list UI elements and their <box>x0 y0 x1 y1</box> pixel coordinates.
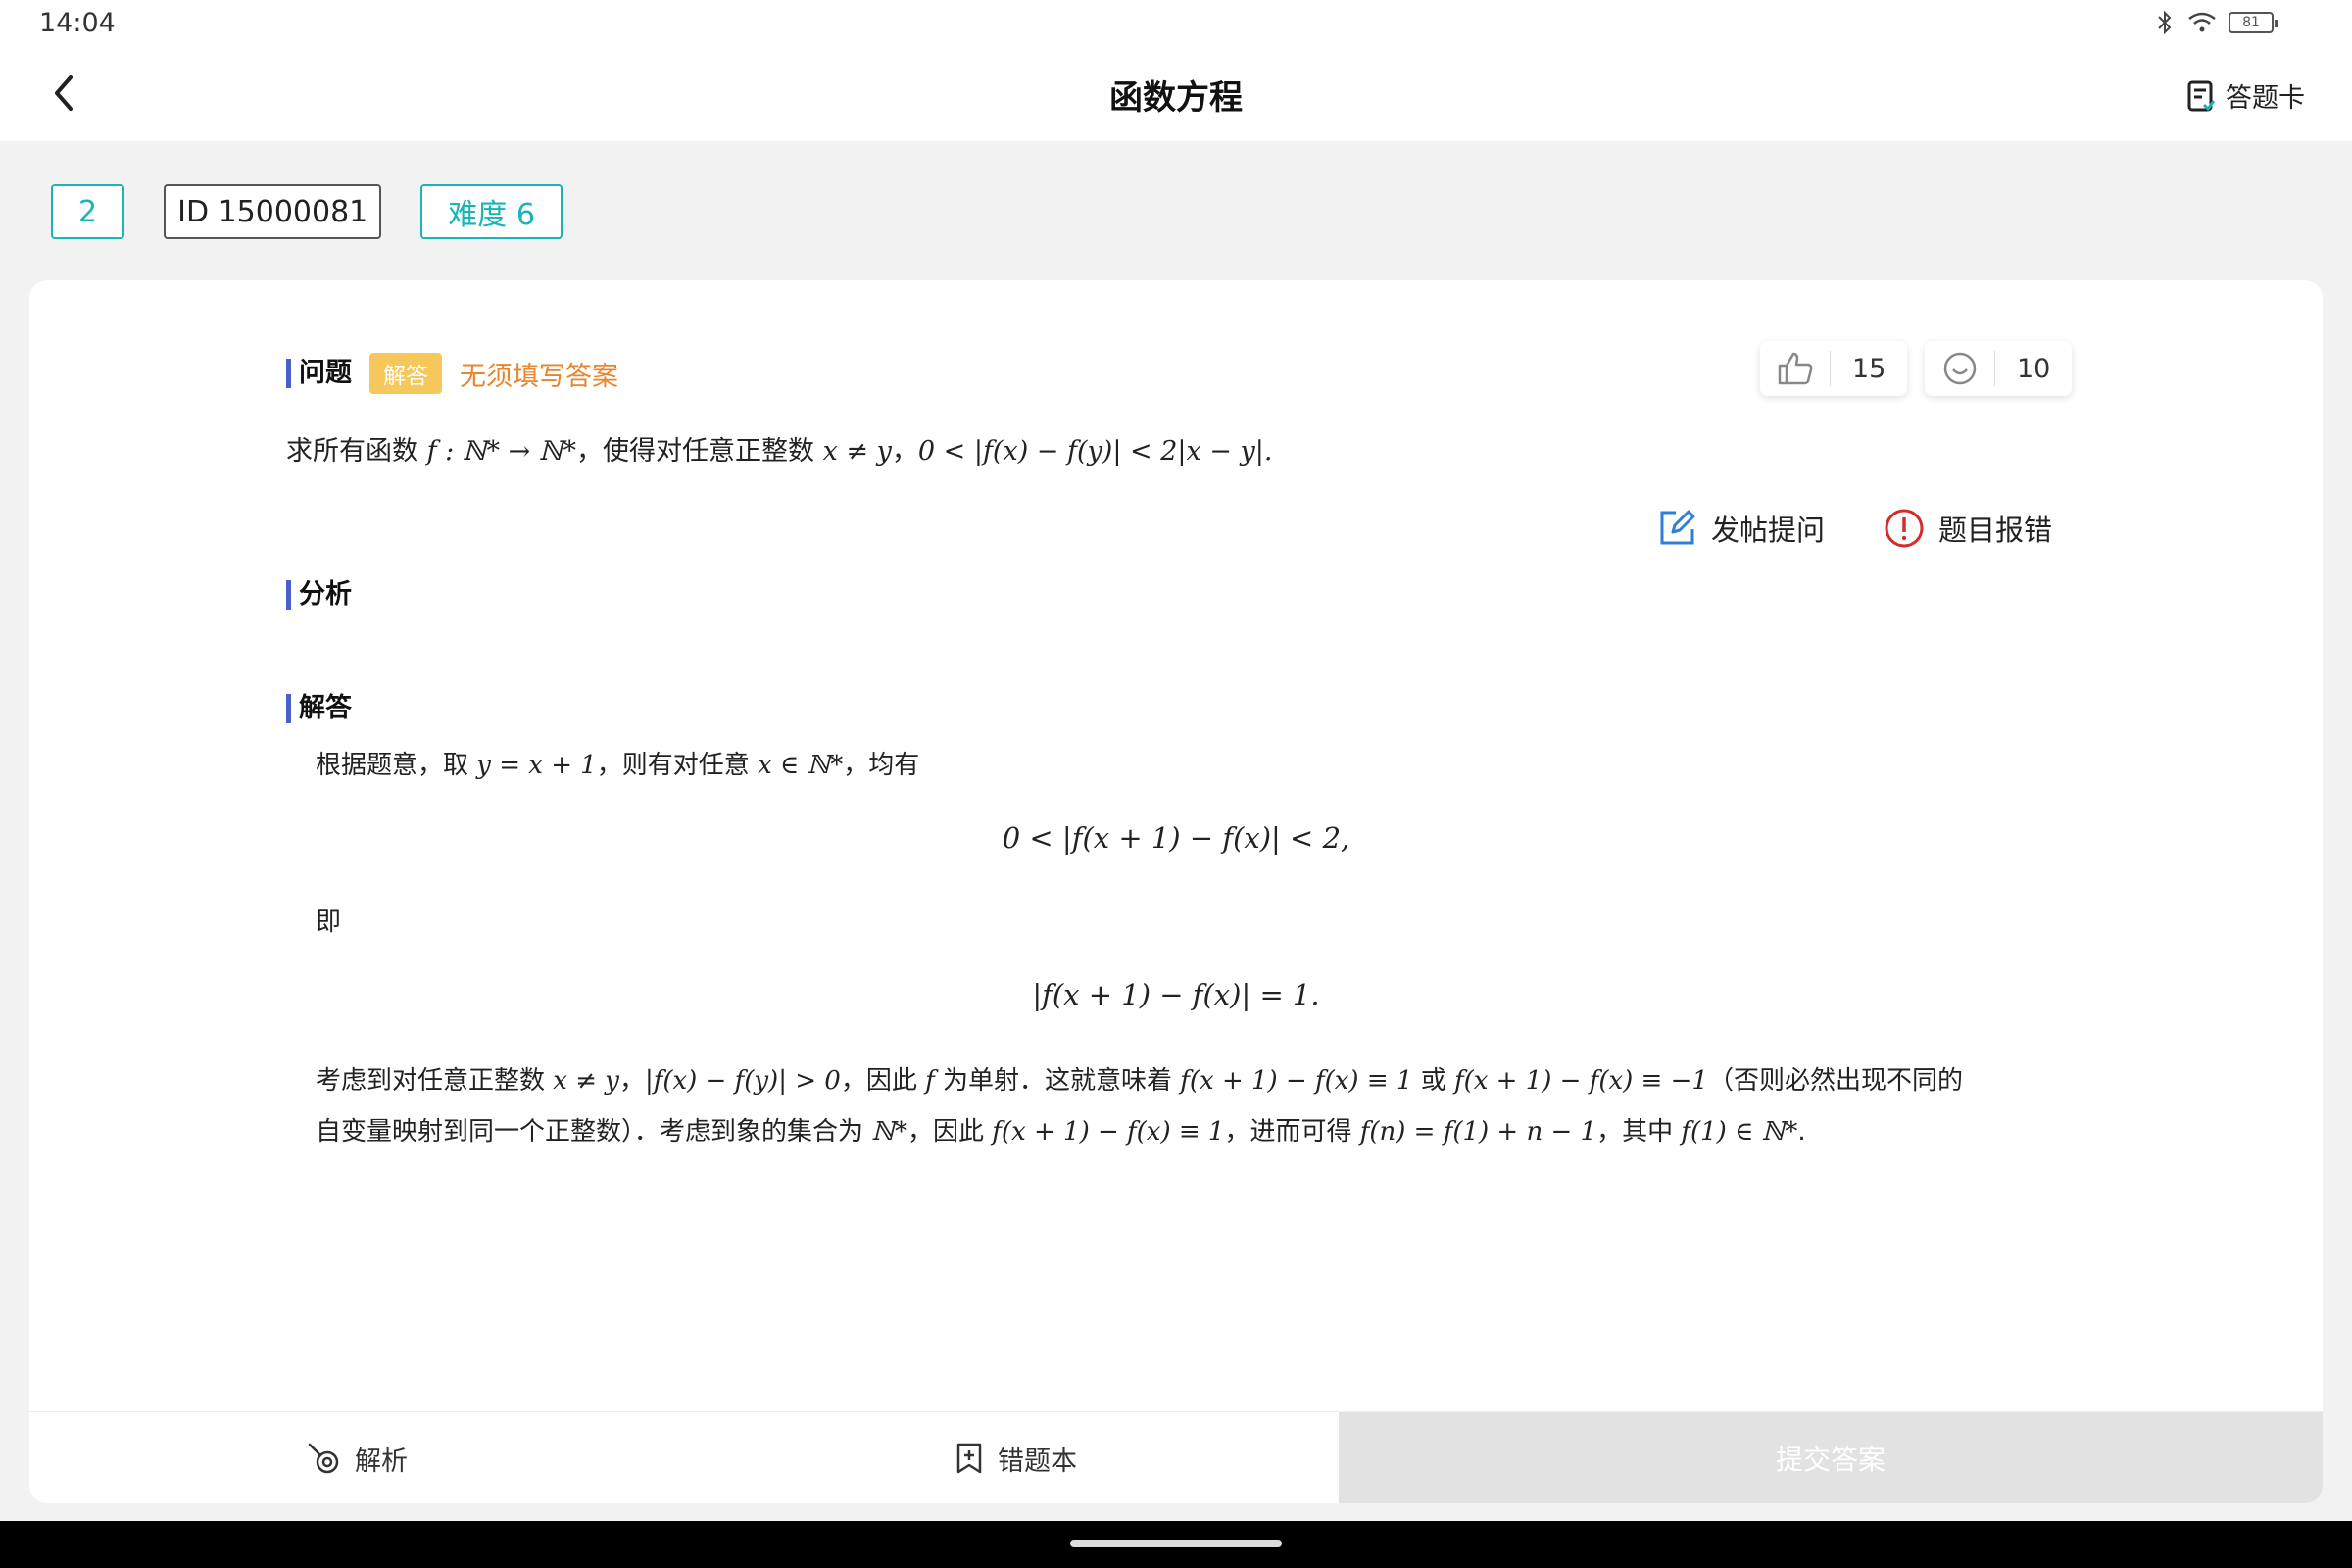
text: （否则必然出现不同的 <box>1707 1066 1963 1096</box>
hint-bulb-icon <box>308 1443 339 1474</box>
like-button[interactable]: 15 <box>1760 341 1908 396</box>
question-text: 求所有函数 f : ℕ* → ℕ*，使得对任意正整数 x ≠ y，0 < |f(… <box>286 429 1272 467</box>
header: 函数方程 答题卡 <box>0 47 2352 141</box>
page-title: 函数方程 <box>1109 78 1243 118</box>
analysis-button[interactable]: 解析 <box>306 1412 408 1503</box>
text: ， <box>618 1066 645 1096</box>
text: ，则有对任意 <box>596 751 759 780</box>
battery-icon: 81 <box>2229 12 2278 33</box>
math: f(1) ∈ ℕ* <box>1681 1117 1798 1147</box>
answer-card-icon <box>2187 80 2216 111</box>
question-math-3: 0 < |f(x) − f(y)| < 2|x − y|. <box>917 436 1273 466</box>
submit-answer-label: 提交答案 <box>1775 1444 1886 1476</box>
math: |f(x) − f(y)| > 0 <box>644 1066 841 1096</box>
text: ，均有 <box>843 751 920 780</box>
solution-paragraph-2: 即 <box>316 907 342 937</box>
text: 考虑到对任意正整数 <box>316 1066 554 1096</box>
reaction-count: 10 <box>2017 353 2051 384</box>
submit-answer-button[interactable]: 提交答案 <box>1339 1412 2323 1503</box>
question-section-title: 问题 <box>286 359 352 388</box>
wifi-icon <box>2188 12 2216 32</box>
answer-card-button[interactable]: 答题卡 <box>2186 76 2305 115</box>
text: . <box>1797 1117 1806 1147</box>
question-text-sep: ， <box>891 436 918 466</box>
text: ，因此 <box>907 1117 993 1147</box>
text: ，其中 <box>1596 1117 1682 1147</box>
solution-paragraph-3: 考虑到对任意正整数 x ≠ y，|f(x) − f(y)| > 0，因此 f 为… <box>316 1060 1963 1097</box>
post-question-label: 发帖提问 <box>1711 514 1826 547</box>
text: 为单射．这就意味着 <box>934 1066 1181 1096</box>
status-bar: 14:04 81 <box>0 0 2352 47</box>
text: 或 <box>1412 1066 1454 1096</box>
question-text-prefix: 求所有函数 <box>286 436 427 466</box>
solution-paragraph-4: 自变量映射到同一个正整数）．考虑到象的集合为 ℕ*，因此 f(x + 1) − … <box>316 1111 1806 1148</box>
edit-icon <box>1660 510 1695 545</box>
question-card: 问题 解答 无须填写答案 15 10 求所有函数 f : ℕ* → ℕ*，使得对… <box>29 280 2323 1503</box>
math: f(x + 1) − f(x) ≡ −1 <box>1453 1066 1708 1096</box>
math: f(x + 1) − f(x) ≡ 1 <box>1180 1066 1413 1096</box>
bottom-action-bar: 解析 错题本 提交答案 <box>29 1411 2323 1503</box>
question-math-2: x ≠ y <box>822 436 892 466</box>
math: y = x + 1 <box>476 751 597 780</box>
question-type-tag: 解答 <box>369 353 442 394</box>
question-id-chip: ID 15000081 <box>164 184 382 239</box>
like-count: 15 <box>1852 353 1886 384</box>
system-nav-bar <box>0 1521 2352 1568</box>
post-question-button[interactable]: 发帖提问 <box>1656 508 1825 549</box>
bluetooth-icon <box>2158 10 2172 35</box>
question-math-1: f : ℕ* → ℕ* <box>426 436 576 466</box>
solution-equation-2: |f(x + 1) − f(x)| = 1. <box>1032 978 1320 1011</box>
alert-circle-icon <box>1885 509 1924 548</box>
text: ，进而可得 <box>1224 1117 1360 1147</box>
answer-card-label: 答题卡 <box>2226 83 2305 114</box>
smile-icon <box>1925 351 1995 386</box>
question-hint: 无须填写答案 <box>460 361 618 392</box>
solution-paragraph-1: 根据题意，取 y = x + 1，则有对任意 x ∈ ℕ*，均有 <box>316 745 919 781</box>
math: x ∈ ℕ* <box>758 751 844 780</box>
text: 自变量映射到同一个正整数）．考虑到象的集合为 <box>316 1117 872 1147</box>
home-indicator[interactable] <box>1070 1540 1282 1547</box>
analysis-section-title: 分析 <box>286 580 352 610</box>
wrongbook-button-label: 错题本 <box>998 1446 1077 1477</box>
status-time: 14:04 <box>39 8 116 38</box>
math: x ≠ y <box>553 1066 619 1096</box>
wrongbook-button[interactable]: 错题本 <box>955 1412 1077 1503</box>
math: ℕ* <box>871 1117 908 1147</box>
reaction-button[interactable]: 10 <box>1925 341 2073 396</box>
question-index-chip: 2 <box>51 184 125 239</box>
bookmark-add-icon <box>956 1443 982 1474</box>
math: f(n) = f(1) + n − 1 <box>1359 1117 1597 1147</box>
solution-equation-1: 0 < |f(x + 1) − f(x)| < 2, <box>1002 821 1350 855</box>
bottom-left-group: 解析 错题本 <box>29 1412 1339 1503</box>
report-error-button[interactable]: 题目报错 <box>1884 508 2052 549</box>
difficulty-chip: 难度 6 <box>420 184 563 239</box>
system-icons: 81 <box>2154 10 2278 35</box>
math: f(x + 1) − f(x) ≡ 1 <box>992 1117 1225 1147</box>
question-text-mid: ，使得对任意正整数 <box>576 436 823 466</box>
report-error-label: 题目报错 <box>1938 514 2053 547</box>
thumbs-up-icon <box>1760 351 1831 386</box>
math: f <box>925 1066 935 1096</box>
text: ，因此 <box>840 1066 926 1096</box>
battery-level: 81 <box>2242 15 2260 30</box>
solution-section-title: 解答 <box>286 694 352 723</box>
text: 根据题意，取 <box>316 751 477 780</box>
analysis-button-label: 解析 <box>355 1446 408 1477</box>
question-meta: 2 ID 15000081 难度 6 <box>51 184 563 239</box>
question-header: 问题 解答 无须填写答案 <box>286 353 618 394</box>
solution-header: 解答 <box>286 694 352 723</box>
analysis-header: 分析 <box>286 580 352 610</box>
